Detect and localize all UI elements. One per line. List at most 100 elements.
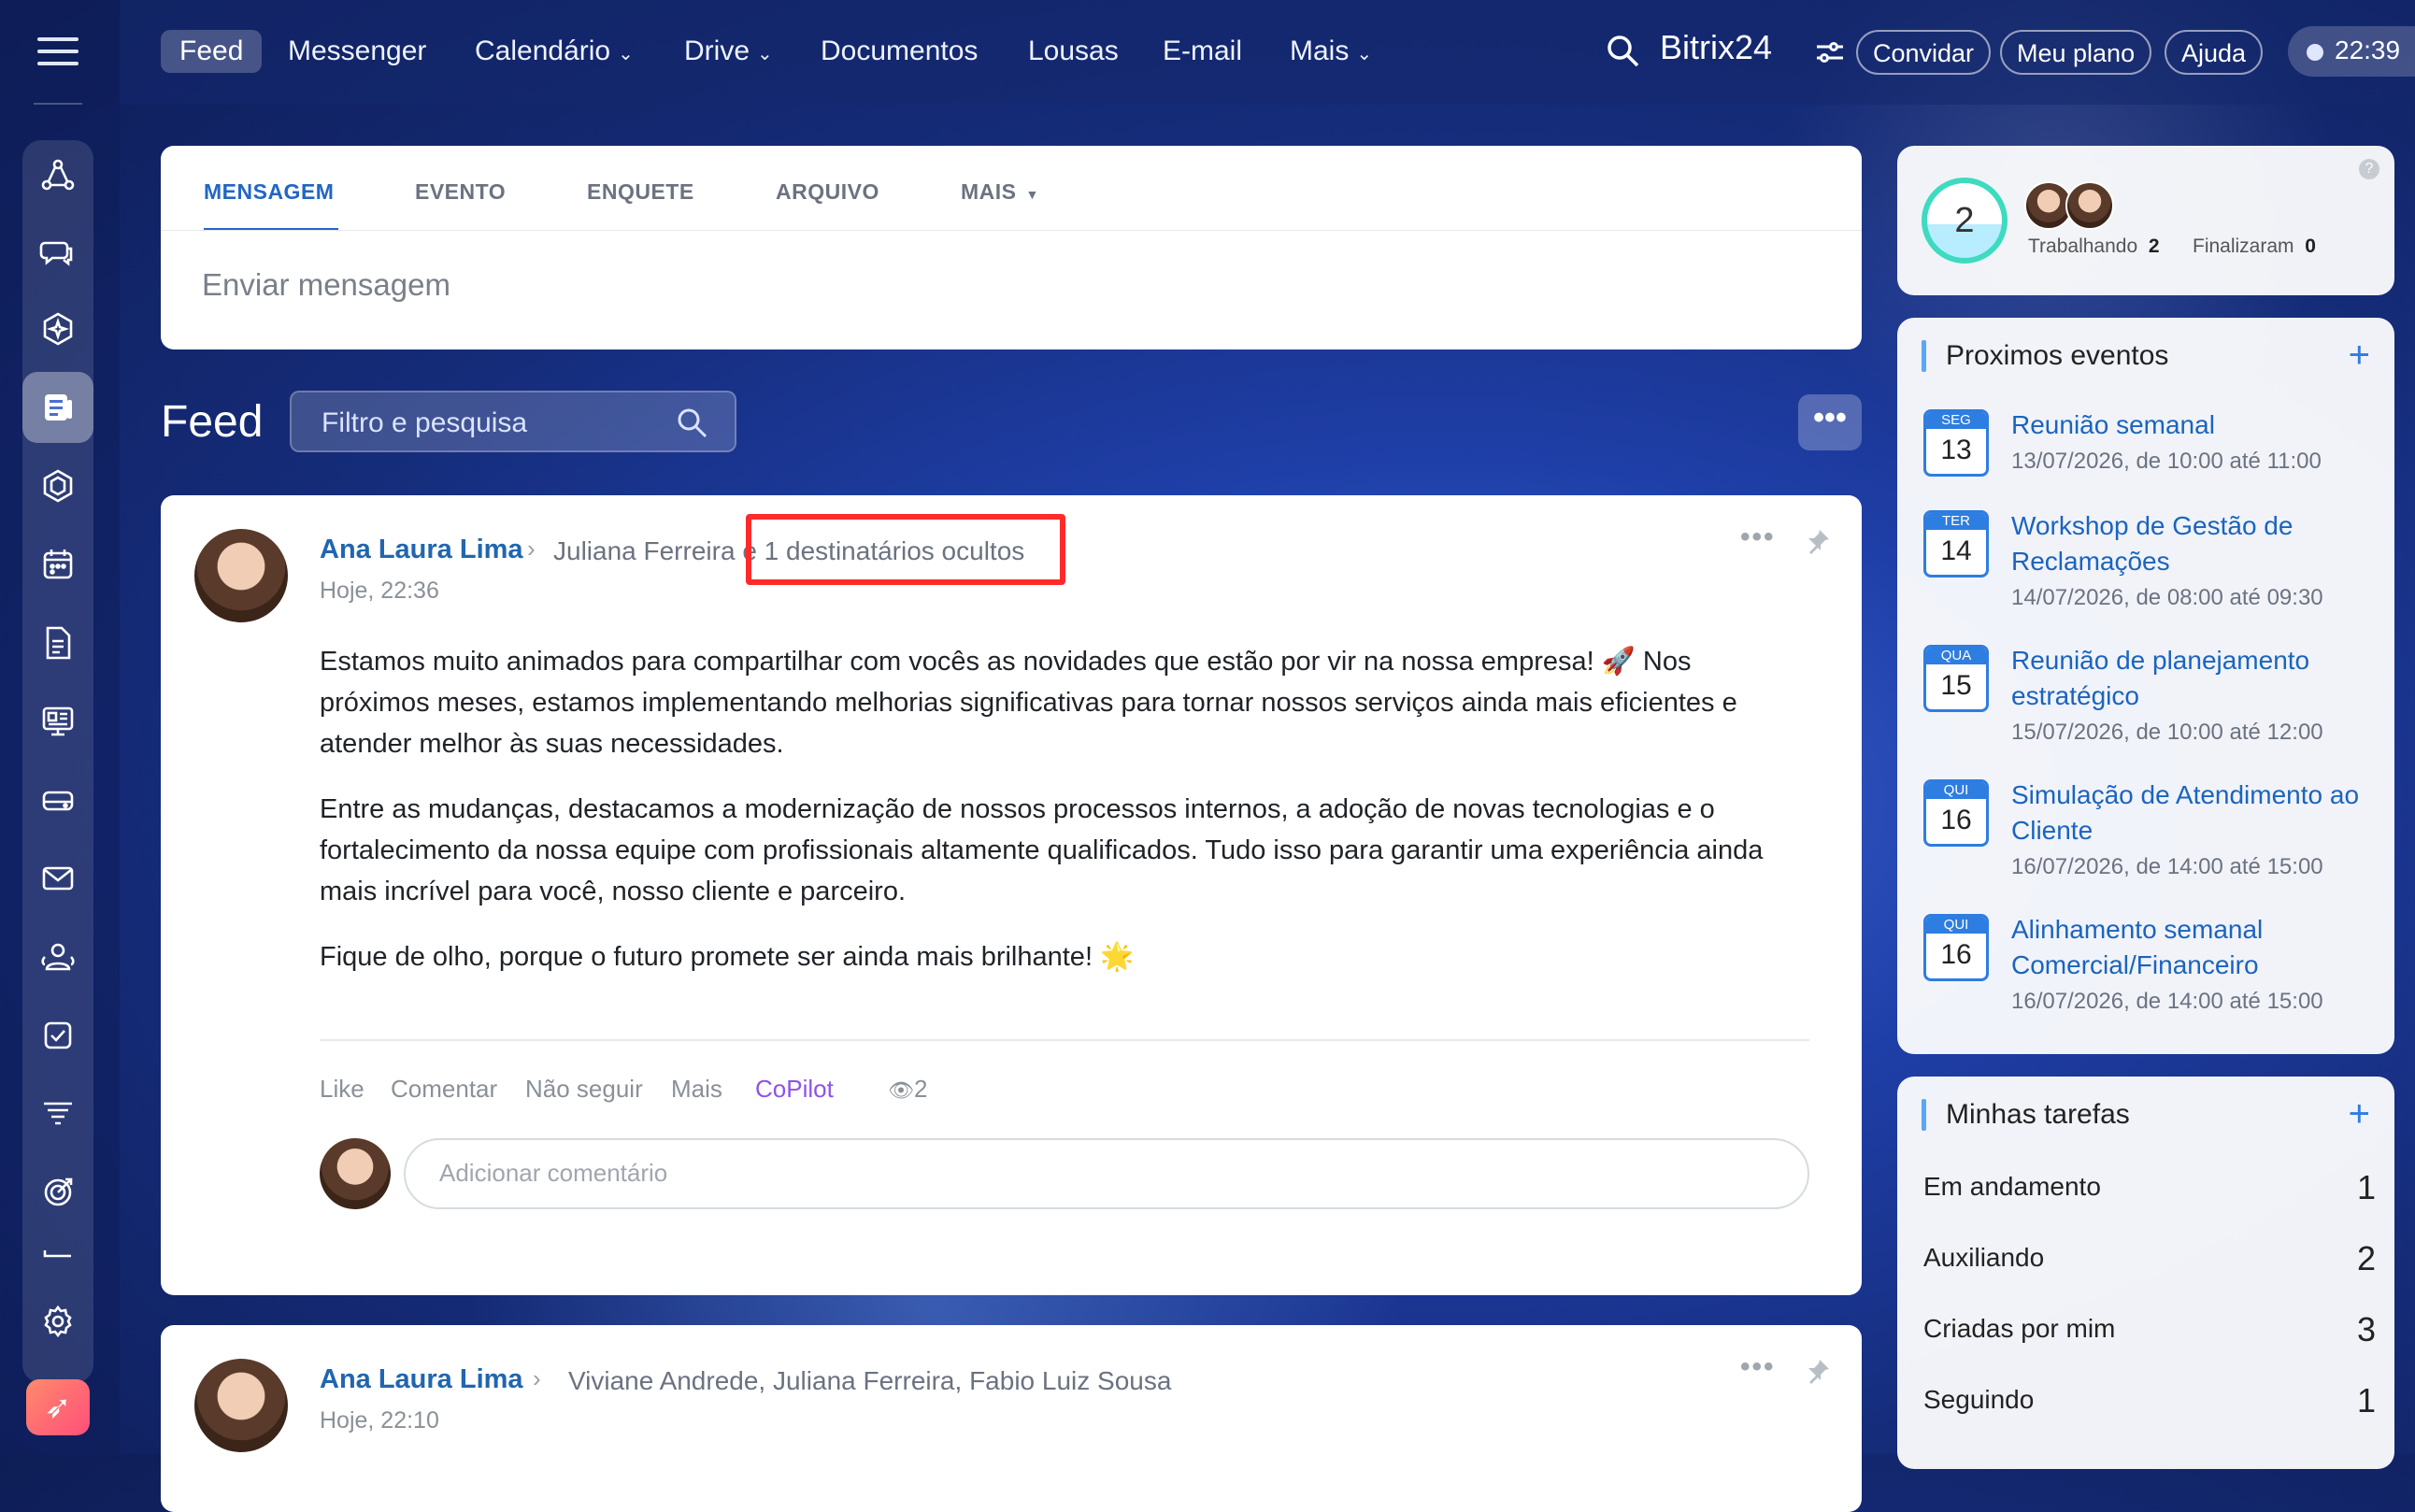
highlight-box xyxy=(746,514,1065,585)
connect-icon[interactable] xyxy=(22,140,93,211)
tab-evento[interactable]: EVENTO xyxy=(415,179,506,205)
add-event-icon[interactable]: + xyxy=(2349,336,2370,374)
event-date: 16/07/2026, de 14:00 até 15:00 xyxy=(2011,854,2323,879)
search-icon[interactable] xyxy=(1604,32,1641,69)
task-row-in-progress[interactable]: Em andamento 1 xyxy=(1923,1168,2376,1206)
chat-icon[interactable] xyxy=(22,217,93,288)
pin-icon[interactable] xyxy=(1804,1357,1832,1385)
worktime-card: 2 Trabalhando 2 Finalizaram 0 ? xyxy=(1897,146,2394,295)
post-author[interactable]: Ana Laura Lima xyxy=(320,535,523,565)
post-time[interactable]: Hoje, 22:36 xyxy=(320,578,439,605)
nav-email[interactable]: E-mail xyxy=(1144,30,1261,73)
comment-input[interactable]: Adicionar comentário xyxy=(404,1138,1809,1209)
event-date: 13/07/2026, de 10:00 até 11:00 xyxy=(2011,449,2322,474)
hamburger-menu-icon[interactable] xyxy=(37,37,79,65)
comment-button[interactable]: Comentar xyxy=(391,1075,497,1104)
calendar-date-icon: QUI 16 xyxy=(1923,779,1989,847)
clock-icon xyxy=(2307,43,2323,61)
post-menu-icon[interactable]: ••• xyxy=(1740,521,1776,553)
drive-icon[interactable] xyxy=(22,764,93,835)
avatar xyxy=(320,1138,391,1209)
documents-icon[interactable] xyxy=(22,607,93,678)
post-paragraph: Estamos muito animados para compartilhar… xyxy=(320,647,1737,759)
tasks-icon[interactable] xyxy=(22,1000,93,1071)
pin-icon[interactable] xyxy=(1804,527,1832,555)
event-title[interactable]: Reunião de planejamento estratégico xyxy=(2011,643,2376,714)
post-recipients[interactable]: Viviane Andrede, Juliana Ferreira, Fabio… xyxy=(568,1366,1171,1396)
my-plan-button[interactable]: Meu plano xyxy=(2000,30,2152,75)
search-icon[interactable] xyxy=(675,406,708,439)
unfollow-button[interactable]: Não seguir xyxy=(525,1075,643,1104)
more-icon[interactable] xyxy=(22,1235,93,1273)
nav-documentos[interactable]: Documentos xyxy=(802,30,996,73)
boards-icon[interactable] xyxy=(22,686,93,757)
task-row-created-by-me[interactable]: Criadas por mim 3 xyxy=(1923,1310,2376,1348)
message-input[interactable]: Enviar mensagem xyxy=(202,267,450,303)
settings-icon[interactable] xyxy=(22,1286,93,1357)
settings-sliders-icon[interactable] xyxy=(1813,36,1847,69)
tasks-title: Minhas tarefas xyxy=(1946,1099,2130,1130)
chevron-right-icon: › xyxy=(527,535,536,563)
nav-mais[interactable]: Mais ⌄ xyxy=(1271,30,1391,73)
help-icon[interactable]: ? xyxy=(2359,159,2379,179)
search-placeholder: Filtro e pesquisa xyxy=(322,407,528,438)
help-button[interactable]: Ajuda xyxy=(2165,30,2264,75)
copilot-button[interactable]: CoPilot xyxy=(755,1075,834,1104)
event-title[interactable]: Reunião semanal xyxy=(2011,407,2376,443)
event-title[interactable]: Simulação de Atendimento ao Cliente xyxy=(2011,777,2376,849)
event-date: 16/07/2026, de 14:00 até 15:00 xyxy=(2011,989,2323,1014)
nav-feed[interactable]: Feed xyxy=(161,30,263,73)
chevron-right-icon: › xyxy=(533,1364,541,1392)
tab-arquivo[interactable]: ARQUIVO xyxy=(776,179,879,205)
crm-icon[interactable] xyxy=(22,1078,93,1149)
sidebar-divider xyxy=(34,103,82,105)
goals-icon[interactable] xyxy=(22,1157,93,1228)
calendar-date-icon: TER 14 xyxy=(1923,510,1989,578)
event-title[interactable]: Alinhamento semanal Comercial/Financeiro xyxy=(2011,912,2376,983)
feed-icon[interactable] xyxy=(22,372,93,443)
copilot-icon[interactable] xyxy=(22,293,93,364)
chevron-down-icon: ⌄ xyxy=(757,44,773,64)
avatar[interactable] xyxy=(2065,181,2114,230)
rocket-icon[interactable]: ➶ xyxy=(26,1379,90,1435)
post-composer: MENSAGEM EVENTO ENQUETE ARQUIVO MAIS ▼ En… xyxy=(161,146,1862,349)
task-row-assisting[interactable]: Auxiliando 2 xyxy=(1923,1239,2376,1277)
calendar-icon[interactable] xyxy=(22,529,93,600)
workgroups-icon[interactable] xyxy=(22,450,93,521)
task-row-following[interactable]: Seguindo 1 xyxy=(1923,1381,2376,1419)
working-count-badge[interactable]: 2 xyxy=(1922,178,2008,264)
worktime-clock[interactable]: 22:39 xyxy=(2288,26,2415,77)
nav-drive[interactable]: Drive ⌄ xyxy=(665,30,792,73)
calendar-date-icon: QUI 16 xyxy=(1923,914,1989,981)
nav-calendario[interactable]: Calendário ⌄ xyxy=(456,30,652,73)
add-task-icon[interactable]: + xyxy=(2349,1095,2370,1133)
tab-enquete[interactable]: ENQUETE xyxy=(587,179,694,205)
events-title: Proximos eventos xyxy=(1946,340,2169,371)
tab-mais[interactable]: MAIS ▼ xyxy=(961,179,1039,205)
mail-icon[interactable] xyxy=(22,843,93,914)
comment-placeholder: Adicionar comentário xyxy=(439,1159,668,1187)
eye-icon: 👁 xyxy=(888,1078,914,1102)
divider xyxy=(161,230,1862,231)
invite-button[interactable]: Convidar xyxy=(1856,30,1992,75)
views-counter: 👁2 xyxy=(888,1075,928,1103)
tab-mensagem[interactable]: MENSAGEM xyxy=(204,179,334,205)
more-actions-button[interactable]: Mais xyxy=(671,1075,722,1104)
post-author[interactable]: Ana Laura Lima xyxy=(320,1364,523,1395)
working-stat[interactable]: Trabalhando 2 xyxy=(2028,235,2160,258)
chevron-down-icon: ⌄ xyxy=(618,44,634,64)
feed-more-button[interactable]: ••• xyxy=(1798,394,1862,450)
post-menu-icon[interactable]: ••• xyxy=(1740,1351,1776,1383)
brand-logo[interactable]: Bitrix24 xyxy=(1660,28,1772,67)
finished-stat[interactable]: Finalizaram 0 xyxy=(2193,235,2316,258)
feed-search-input[interactable]: Filtro e pesquisa xyxy=(290,391,736,452)
like-button[interactable]: Like xyxy=(320,1075,364,1104)
nav-messenger[interactable]: Messenger xyxy=(269,30,445,73)
avatar[interactable] xyxy=(194,1359,288,1452)
post-time[interactable]: Hoje, 22:10 xyxy=(320,1407,439,1434)
avatar[interactable] xyxy=(194,529,288,622)
divider xyxy=(320,1039,1809,1041)
nav-lousas[interactable]: Lousas xyxy=(1009,30,1137,73)
employees-icon[interactable] xyxy=(22,921,93,992)
event-title[interactable]: Workshop de Gestão de Reclamações xyxy=(2011,508,2376,579)
